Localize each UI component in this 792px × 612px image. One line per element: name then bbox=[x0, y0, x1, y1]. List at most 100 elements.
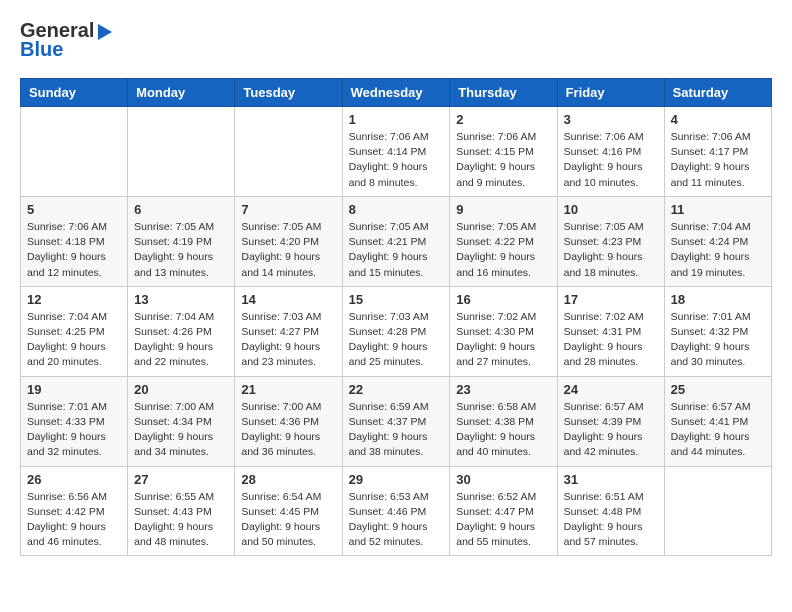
calendar-table: SundayMondayTuesdayWednesdayThursdayFrid… bbox=[20, 78, 772, 556]
calendar-cell: 27 Sunrise: 6:55 AMSunset: 4:43 PMDayligh… bbox=[128, 466, 235, 556]
calendar-cell: 12 Sunrise: 7:04 AMSunset: 4:25 PMDayligh… bbox=[21, 286, 128, 376]
calendar-cell: 19 Sunrise: 7:01 AMSunset: 4:33 PMDayligh… bbox=[21, 376, 128, 466]
calendar-cell: 30 Sunrise: 6:52 AMSunset: 4:47 PMDayligh… bbox=[450, 466, 557, 556]
cell-day-number: 22 bbox=[349, 382, 444, 397]
weekday-header-row: SundayMondayTuesdayWednesdayThursdayFrid… bbox=[21, 79, 772, 107]
weekday-header: Wednesday bbox=[342, 79, 450, 107]
cell-info-text: Sunrise: 7:05 AMSunset: 4:20 PMDaylight:… bbox=[241, 220, 335, 281]
cell-info-text: Sunrise: 6:55 AMSunset: 4:43 PMDaylight:… bbox=[134, 490, 228, 551]
calendar-cell: 10 Sunrise: 7:05 AMSunset: 4:23 PMDayligh… bbox=[557, 196, 664, 286]
calendar-cell: 28 Sunrise: 6:54 AMSunset: 4:45 PMDayligh… bbox=[235, 466, 342, 556]
cell-day-number: 26 bbox=[27, 472, 121, 487]
logo-arrow-icon bbox=[98, 24, 112, 40]
cell-day-number: 19 bbox=[27, 382, 121, 397]
cell-info-text: Sunrise: 6:57 AMSunset: 4:39 PMDaylight:… bbox=[564, 400, 658, 461]
cell-day-number: 5 bbox=[27, 202, 121, 217]
weekday-header: Tuesday bbox=[235, 79, 342, 107]
cell-info-text: Sunrise: 6:53 AMSunset: 4:46 PMDaylight:… bbox=[349, 490, 444, 551]
cell-info-text: Sunrise: 7:03 AMSunset: 4:28 PMDaylight:… bbox=[349, 310, 444, 371]
cell-day-number: 14 bbox=[241, 292, 335, 307]
cell-info-text: Sunrise: 6:52 AMSunset: 4:47 PMDaylight:… bbox=[456, 490, 550, 551]
calendar-cell bbox=[235, 107, 342, 197]
calendar-cell: 13 Sunrise: 7:04 AMSunset: 4:26 PMDayligh… bbox=[128, 286, 235, 376]
calendar-cell: 25Sunrise: 6:57 AMSunset: 4:41 PMDayligh… bbox=[664, 376, 771, 466]
cell-day-number: 4 bbox=[671, 112, 765, 127]
cell-day-number: 17 bbox=[564, 292, 658, 307]
cell-day-number: 31 bbox=[564, 472, 658, 487]
cell-info-text: Sunrise: 6:58 AMSunset: 4:38 PMDaylight:… bbox=[456, 400, 550, 461]
page-header: General Blue bbox=[20, 20, 772, 62]
calendar-cell: 18 Sunrise: 7:01 AMSunset: 4:32 PMDayligh… bbox=[664, 286, 771, 376]
cell-info-text: Sunrise: 7:04 AMSunset: 4:25 PMDaylight:… bbox=[27, 310, 121, 371]
cell-day-number: 24 bbox=[564, 382, 658, 397]
cell-day-number: 30 bbox=[456, 472, 550, 487]
cell-day-number: 28 bbox=[241, 472, 335, 487]
calendar-cell: 4 Sunrise: 7:06 AMSunset: 4:17 PMDaylight… bbox=[664, 107, 771, 197]
cell-info-text: Sunrise: 7:05 AMSunset: 4:22 PMDaylight:… bbox=[456, 220, 550, 281]
cell-info-text: Sunrise: 7:01 AMSunset: 4:32 PMDaylight:… bbox=[671, 310, 765, 371]
cell-info-text: Sunrise: 6:51 AMSunset: 4:48 PMDaylight:… bbox=[564, 490, 658, 551]
cell-day-number: 10 bbox=[564, 202, 658, 217]
calendar-cell: 3Sunrise: 7:06 AMSunset: 4:16 PMDaylight… bbox=[557, 107, 664, 197]
calendar-week-row: 12 Sunrise: 7:04 AMSunset: 4:25 PMDayligh… bbox=[21, 286, 772, 376]
calendar-cell bbox=[128, 107, 235, 197]
calendar-week-row: 26Sunrise: 6:56 AMSunset: 4:42 PMDayligh… bbox=[21, 466, 772, 556]
cell-info-text: Sunrise: 7:03 AMSunset: 4:27 PMDaylight:… bbox=[241, 310, 335, 371]
cell-day-number: 6 bbox=[134, 202, 228, 217]
cell-day-number: 29 bbox=[349, 472, 444, 487]
cell-day-number: 20 bbox=[134, 382, 228, 397]
cell-info-text: Sunrise: 7:06 AMSunset: 4:14 PMDaylight:… bbox=[349, 130, 444, 191]
cell-info-text: Sunrise: 7:02 AMSunset: 4:30 PMDaylight:… bbox=[456, 310, 550, 371]
cell-info-text: Sunrise: 7:05 AMSunset: 4:23 PMDaylight:… bbox=[564, 220, 658, 281]
calendar-cell: 22 Sunrise: 6:59 AMSunset: 4:37 PMDayligh… bbox=[342, 376, 450, 466]
logo: General Blue bbox=[20, 20, 112, 62]
calendar-cell: 26Sunrise: 6:56 AMSunset: 4:42 PMDayligh… bbox=[21, 466, 128, 556]
cell-info-text: Sunrise: 6:54 AMSunset: 4:45 PMDaylight:… bbox=[241, 490, 335, 551]
calendar-cell: 29 Sunrise: 6:53 AMSunset: 4:46 PMDayligh… bbox=[342, 466, 450, 556]
cell-info-text: Sunrise: 7:06 AMSunset: 4:17 PMDaylight:… bbox=[671, 130, 765, 191]
cell-day-number: 9 bbox=[456, 202, 550, 217]
calendar-cell: 23 Sunrise: 6:58 AMSunset: 4:38 PMDayligh… bbox=[450, 376, 557, 466]
calendar-cell: 11 Sunrise: 7:04 AMSunset: 4:24 PMDayligh… bbox=[664, 196, 771, 286]
calendar-cell: 14 Sunrise: 7:03 AMSunset: 4:27 PMDayligh… bbox=[235, 286, 342, 376]
calendar-cell bbox=[21, 107, 128, 197]
cell-info-text: Sunrise: 7:00 AMSunset: 4:36 PMDaylight:… bbox=[241, 400, 335, 461]
calendar-cell: 2 Sunrise: 7:06 AMSunset: 4:15 PMDaylight… bbox=[450, 107, 557, 197]
cell-day-number: 1 bbox=[349, 112, 444, 127]
calendar-cell bbox=[664, 466, 771, 556]
calendar-cell: 15 Sunrise: 7:03 AMSunset: 4:28 PMDayligh… bbox=[342, 286, 450, 376]
cell-day-number: 2 bbox=[456, 112, 550, 127]
calendar-cell: 1 Sunrise: 7:06 AMSunset: 4:14 PMDaylight… bbox=[342, 107, 450, 197]
cell-info-text: Sunrise: 7:04 AMSunset: 4:24 PMDaylight:… bbox=[671, 220, 765, 281]
cell-day-number: 18 bbox=[671, 292, 765, 307]
cell-info-text: Sunrise: 7:06 AMSunset: 4:15 PMDaylight:… bbox=[456, 130, 550, 191]
calendar-cell: 8Sunrise: 7:05 AMSunset: 4:21 PMDaylight… bbox=[342, 196, 450, 286]
cell-day-number: 13 bbox=[134, 292, 228, 307]
calendar-cell: 16Sunrise: 7:02 AMSunset: 4:30 PMDayligh… bbox=[450, 286, 557, 376]
calendar-cell: 17 Sunrise: 7:02 AMSunset: 4:31 PMDayligh… bbox=[557, 286, 664, 376]
calendar-cell: 24 Sunrise: 6:57 AMSunset: 4:39 PMDayligh… bbox=[557, 376, 664, 466]
calendar-cell: 6Sunrise: 7:05 AMSunset: 4:19 PMDaylight… bbox=[128, 196, 235, 286]
cell-day-number: 27 bbox=[134, 472, 228, 487]
calendar-cell: 9 Sunrise: 7:05 AMSunset: 4:22 PMDaylight… bbox=[450, 196, 557, 286]
cell-info-text: Sunrise: 7:06 AMSunset: 4:16 PMDaylight:… bbox=[564, 130, 658, 191]
cell-day-number: 23 bbox=[456, 382, 550, 397]
weekday-header: Sunday bbox=[21, 79, 128, 107]
cell-info-text: Sunrise: 7:04 AMSunset: 4:26 PMDaylight:… bbox=[134, 310, 228, 371]
weekday-header: Thursday bbox=[450, 79, 557, 107]
weekday-header: Saturday bbox=[664, 79, 771, 107]
cell-info-text: Sunrise: 7:01 AMSunset: 4:33 PMDaylight:… bbox=[27, 400, 121, 461]
cell-info-text: Sunrise: 7:02 AMSunset: 4:31 PMDaylight:… bbox=[564, 310, 658, 371]
cell-info-text: Sunrise: 6:59 AMSunset: 4:37 PMDaylight:… bbox=[349, 400, 444, 461]
calendar-cell: 7Sunrise: 7:05 AMSunset: 4:20 PMDaylight… bbox=[235, 196, 342, 286]
calendar-cell: 31 Sunrise: 6:51 AMSunset: 4:48 PMDayligh… bbox=[557, 466, 664, 556]
cell-day-number: 12 bbox=[27, 292, 121, 307]
calendar-week-row: 1 Sunrise: 7:06 AMSunset: 4:14 PMDaylight… bbox=[21, 107, 772, 197]
calendar-cell: 20Sunrise: 7:00 AMSunset: 4:34 PMDayligh… bbox=[128, 376, 235, 466]
cell-day-number: 11 bbox=[671, 202, 765, 217]
cell-day-number: 15 bbox=[349, 292, 444, 307]
logo-blue-text: Blue bbox=[20, 39, 63, 62]
weekday-header: Monday bbox=[128, 79, 235, 107]
calendar-week-row: 5Sunrise: 7:06 AMSunset: 4:18 PMDaylight… bbox=[21, 196, 772, 286]
cell-day-number: 8 bbox=[349, 202, 444, 217]
